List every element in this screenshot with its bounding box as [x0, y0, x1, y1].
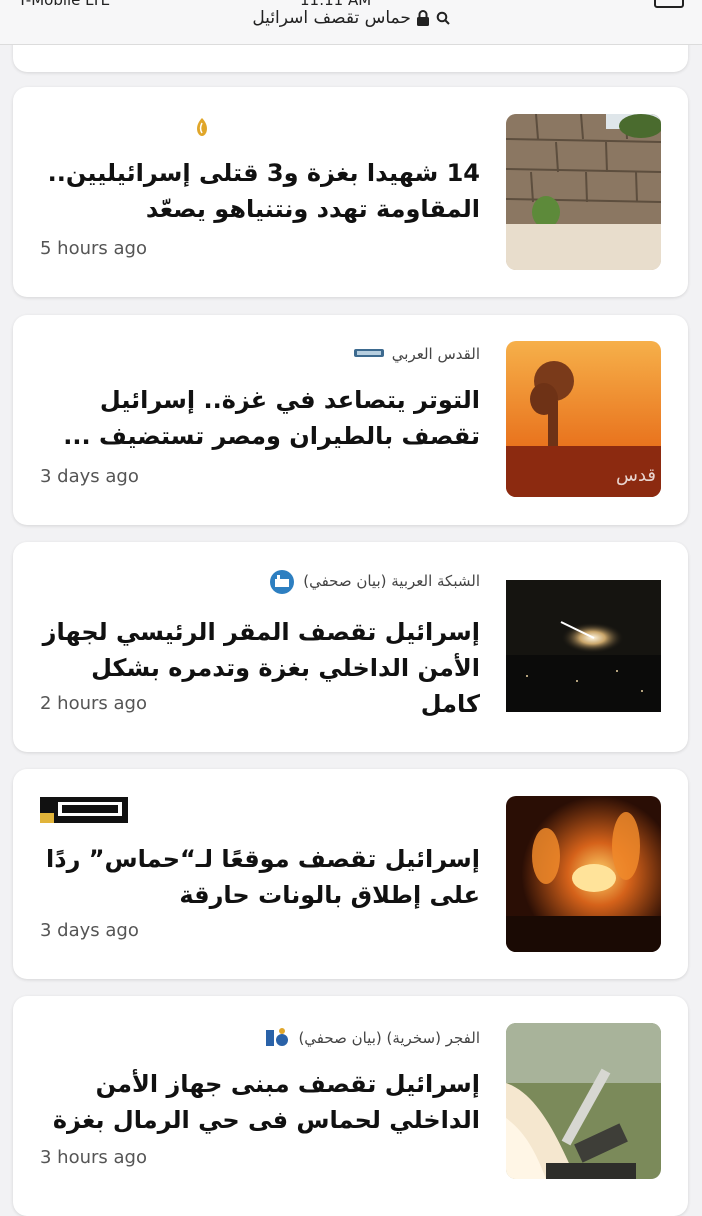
article-headline[interactable]: 14 شهيدا بغزة و3 قتلى إسرائيليين.. المقا… [30, 155, 480, 227]
article-card[interactable]: الشبكة العربية (بيان صحفي) إسرائيل تقصف … [13, 542, 688, 752]
article-thumbnail[interactable] [506, 1023, 661, 1179]
explosion-image: قدس [506, 341, 661, 497]
browser-top-bar: T-Mobile LTE 11:11 AM حماس تقصف اسرائيل [0, 0, 702, 45]
article-time: 3 days ago [40, 920, 139, 941]
article-headline[interactable]: التوتر يتصاعد في غزة.. إسرائيل تقصف بالط… [30, 382, 480, 454]
missile-launch-image [506, 1023, 661, 1179]
svg-text:قدس: قدس [616, 465, 656, 486]
alfajr-logo [264, 1026, 290, 1050]
aldeera-news-logo [40, 797, 128, 823]
article-card[interactable]: إسرائيل تقصف موقعًا لـ“حماس” ردًا على إط… [13, 769, 688, 979]
arab-network-logo [269, 569, 295, 594]
article-time: 5 hours ago [40, 238, 147, 259]
aljazeera-logo [193, 117, 211, 136]
source-name: الفجر (سخرية) (بيان صحفي) [298, 1029, 480, 1047]
article-headline[interactable]: إسرائيل تقصف مبنى جهاز الأمن الداخلي لحم… [30, 1066, 480, 1138]
article-card[interactable]: الفجر (سخرية) (بيان صحفي) إسرائيل تقصف م… [13, 996, 688, 1216]
article-card[interactable]: 14 شهيدا بغزة و3 قتلى إسرائيليين.. المقا… [13, 87, 688, 297]
article-headline[interactable]: إسرائيل تقصف موقعًا لـ“حماس” ردًا على إط… [30, 841, 480, 913]
article-time: 2 hours ago [40, 693, 147, 714]
url-bar[interactable]: حماس تقصف اسرائيل [0, 8, 702, 28]
article-source: الفجر (سخرية) (بيان صحفي) [264, 1026, 480, 1050]
search-query[interactable]: حماس تقصف اسرائيل [252, 8, 411, 28]
article-thumbnail[interactable] [506, 580, 661, 712]
search-icon [436, 11, 450, 25]
source-name: الشبكة العربية (بيان صحفي) [303, 572, 480, 590]
article-time: 3 hours ago [40, 1147, 147, 1168]
alquds-logo [353, 345, 384, 363]
fire-explosion-image [506, 796, 661, 952]
stone-wall-image [506, 114, 661, 270]
night-strike-image [506, 580, 661, 712]
battery-icon [654, 0, 684, 8]
source-name: القدس العربي [391, 345, 480, 363]
article-time: 3 days ago [40, 466, 139, 487]
article-thumbnail[interactable] [506, 114, 661, 270]
article-thumbnail[interactable] [506, 796, 661, 952]
lock-icon [417, 10, 430, 26]
article-source: الشبكة العربية (بيان صحفي) [269, 569, 480, 594]
article-thumbnail[interactable]: قدس [506, 341, 661, 497]
article-source: القدس العربي [353, 345, 480, 363]
article-card[interactable]: قدس القدس العربي التوتر يتصاعد في غزة.. … [13, 315, 688, 525]
